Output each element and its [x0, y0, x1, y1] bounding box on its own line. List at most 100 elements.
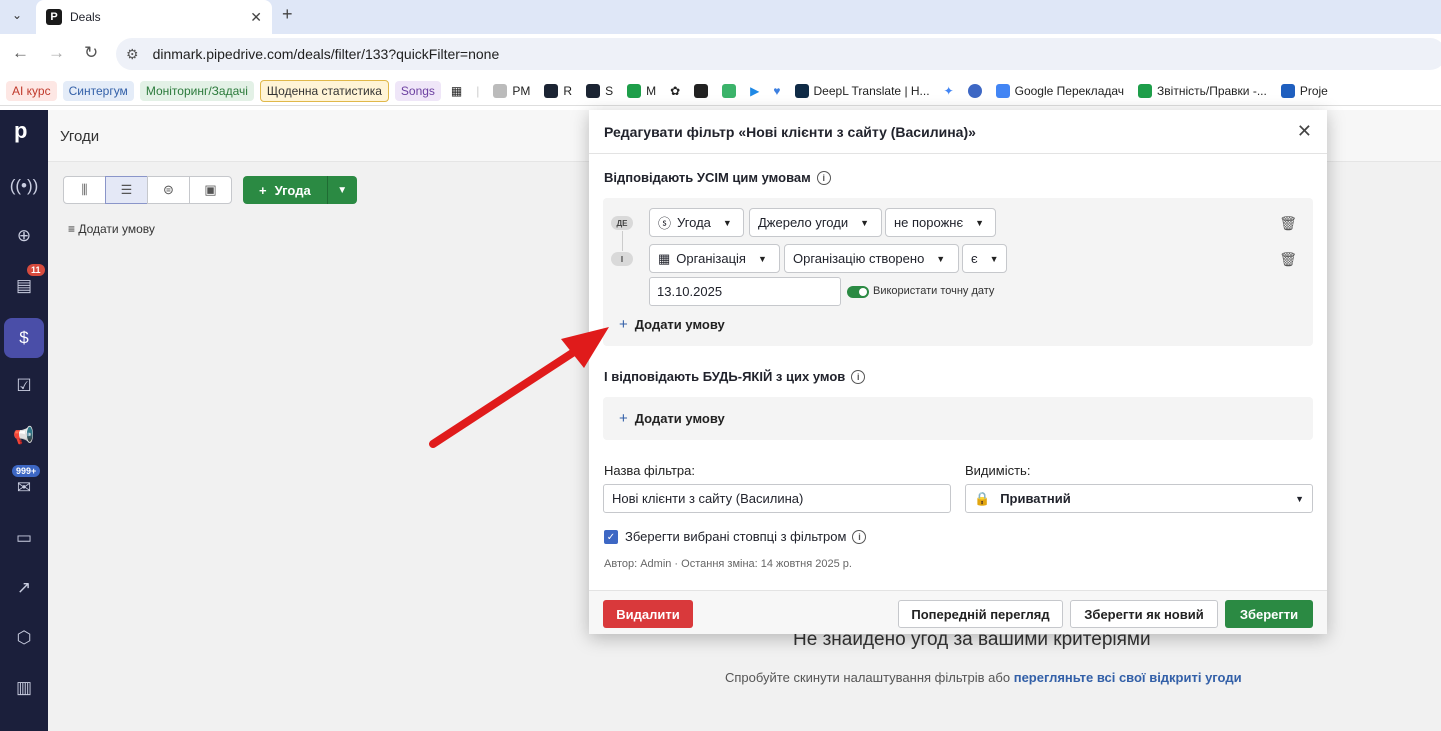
bookmark-pm[interactable]: PM: [489, 83, 534, 98]
s-icon: [586, 83, 601, 98]
delete-condition-1-icon[interactable]: 🗑: [1279, 215, 1297, 232]
reload-icon[interactable]: ↻: [84, 43, 98, 63]
target-icon[interactable]: ⊕: [12, 224, 36, 248]
date-input[interactable]: 13.10.2025: [649, 277, 841, 306]
deals-icon[interactable]: $: [4, 318, 44, 358]
tab-search-icon[interactable]: ⌄: [6, 4, 28, 26]
bookmark-deepl[interactable]: DeepL Translate | H...: [791, 83, 934, 98]
cond2-field-select[interactable]: Організацію створено ▼: [784, 244, 959, 273]
lock-icon: 🔒: [974, 490, 991, 506]
list-view-icon[interactable]: ☰: [105, 176, 148, 204]
bookmark-project[interactable]: Proje: [1277, 83, 1332, 98]
bookmark-s[interactable]: S: [582, 83, 617, 98]
modal-header: Редагувати фільтр «Нові клієнти з сайту …: [589, 110, 1327, 154]
sheets-icon: [1138, 83, 1153, 98]
visibility-select[interactable]: 🔒 Приватний ▼: [965, 484, 1313, 513]
address-bar-row: ← → ↻ ⚙ dinmark.pipedrive.com/deals/filt…: [0, 34, 1441, 74]
close-icon[interactable]: ✕: [1297, 121, 1312, 142]
trello-icon: [1280, 83, 1295, 98]
bookmark-google-translate[interactable]: Google Перекладач: [992, 83, 1128, 98]
bookmark-songs[interactable]: Songs: [394, 80, 441, 101]
pipedrive-favicon-icon: P: [46, 9, 62, 25]
info-icon[interactable]: i: [852, 529, 867, 544]
cond1-field-select[interactable]: Джерело угоди ▼: [749, 208, 882, 237]
add-deal-dropdown-icon[interactable]: ▼: [326, 176, 357, 204]
cond2-entity-select[interactable]: ▦ Організація ▼: [649, 244, 780, 273]
pipedrive-logo[interactable]: p: [14, 118, 27, 144]
contacts-icon[interactable]: ▭: [12, 526, 36, 550]
add-condition-any-button[interactable]: + Додати умову: [619, 410, 725, 427]
tab-close-icon[interactable]: ✕: [250, 9, 262, 26]
campaigns-icon[interactable]: 📢: [12, 424, 36, 448]
bookmark-ai-course[interactable]: AI курс: [6, 80, 57, 101]
insights-icon[interactable]: ↗: [12, 576, 36, 600]
r-icon: [544, 83, 559, 98]
archive-view-icon[interactable]: ▣: [189, 176, 232, 204]
browser-tab[interactable]: P Deals ✕: [36, 0, 272, 34]
chatgpt-icon[interactable]: ✿: [666, 84, 684, 98]
empty-state-subtitle: Спробуйте скинути налаштування фільтрів …: [725, 670, 1242, 685]
bookmark-blue-icon[interactable]: [964, 83, 986, 98]
cond1-entity-select[interactable]: ⓢ Угода ▼: [649, 208, 744, 237]
page-title: Угоди: [60, 128, 100, 145]
gemini-icon[interactable]: ✦: [940, 84, 958, 98]
heart-icon[interactable]: ♥: [769, 84, 784, 98]
view-toggle: ⫼ ☰ ⊜ ▣: [63, 176, 232, 204]
dollar-icon: ⓢ: [658, 216, 672, 231]
leads-icon[interactable]: ((•)): [10, 174, 39, 198]
forecast-view-icon[interactable]: ⊜: [147, 176, 190, 204]
bookmark-green-icon[interactable]: [718, 83, 740, 98]
bookmark-reports[interactable]: Звітність/Правки -...: [1134, 83, 1271, 98]
bookmark-r[interactable]: R: [540, 83, 576, 98]
mail-icon[interactable]: ✉: [12, 476, 36, 500]
info-icon[interactable]: i: [851, 369, 866, 384]
info-icon[interactable]: i: [816, 170, 831, 185]
bookmark-syntergum[interactable]: Синтергум: [62, 80, 134, 101]
cond2-operator-select[interactable]: є ▼: [962, 244, 1007, 273]
cond1-operator-select[interactable]: не порожнє ▼: [885, 208, 996, 237]
products-icon[interactable]: ⬡: [12, 626, 36, 650]
marketplace-icon[interactable]: ▥: [12, 676, 36, 700]
forward-icon[interactable]: →: [48, 43, 65, 63]
chevron-down-icon: ▼: [936, 253, 946, 264]
apps-grid-icon[interactable]: ▦: [447, 84, 466, 98]
tasks-icon[interactable]: ☑: [12, 374, 36, 398]
connector-line: [622, 231, 623, 251]
bookmarks-separator: |: [476, 83, 480, 98]
calendar-icon[interactable]: ▤: [12, 274, 36, 298]
bookmark-m[interactable]: M: [623, 83, 660, 98]
filter-meta: Автор: Admin · Остання зміна: 14 жовтня …: [604, 558, 852, 570]
browser-tabbar: ⌄ P Deals ✕ +: [0, 0, 1441, 34]
plus-icon: +: [619, 316, 628, 333]
delete-button[interactable]: Видалити: [603, 600, 693, 628]
bookmark-monitoring[interactable]: Моніторинг/Задачі: [139, 80, 254, 101]
save-columns-checkbox[interactable]: ✓: [604, 530, 618, 544]
all-conditions-box: ДЕ І ⓢ Угода ▼ Джерело угоди ▼ не порожнє ▼ …: [603, 198, 1313, 346]
play-icon[interactable]: ▶: [746, 84, 763, 98]
site-info-icon[interactable]: ⚙: [126, 46, 139, 63]
any-conditions-box: + Додати умову: [603, 397, 1313, 440]
url-text: dinmark.pipedrive.com/deals/filter/133?q…: [152, 46, 500, 62]
bookmark-dark-icon[interactable]: [690, 83, 712, 98]
add-condition-link[interactable]: ≡ Додати умову: [68, 222, 155, 236]
where-pill: ДЕ: [611, 216, 633, 230]
add-condition-all-button[interactable]: + Додати умову: [619, 316, 725, 333]
filter-name-input[interactable]: Нові клієнти з сайту (Василина): [603, 484, 951, 513]
exact-date-toggle[interactable]: [847, 286, 869, 298]
view-open-deals-link[interactable]: перегляньте всі свої відкриті угоди: [1014, 670, 1242, 685]
save-button[interactable]: Зберегти: [1225, 600, 1313, 628]
modal-footer: Видалити Попередній перегляд Зберегти як…: [589, 590, 1327, 634]
save-columns-row: Зберегти вибрані стовпці з фільтром i: [625, 529, 867, 544]
new-tab-icon[interactable]: +: [282, 4, 293, 25]
bookmark-daily-stats[interactable]: Щоденна статистика: [259, 79, 389, 102]
pipeline-view-icon[interactable]: ⫼: [63, 176, 106, 204]
back-icon[interactable]: ←: [12, 43, 29, 63]
filter-icon: ≡: [68, 222, 79, 236]
omnibox[interactable]: ⚙ dinmark.pipedrive.com/deals/filter/133…: [116, 38, 1441, 70]
and-pill: І: [611, 252, 633, 266]
save-as-new-button[interactable]: Зберегти як новий: [1070, 600, 1218, 628]
preview-button[interactable]: Попередній перегляд: [898, 600, 1063, 628]
add-deal-button[interactable]: + Угода: [243, 176, 327, 204]
delete-condition-2-icon[interactable]: 🗑: [1279, 251, 1297, 268]
chevron-down-icon: ▼: [757, 253, 767, 264]
